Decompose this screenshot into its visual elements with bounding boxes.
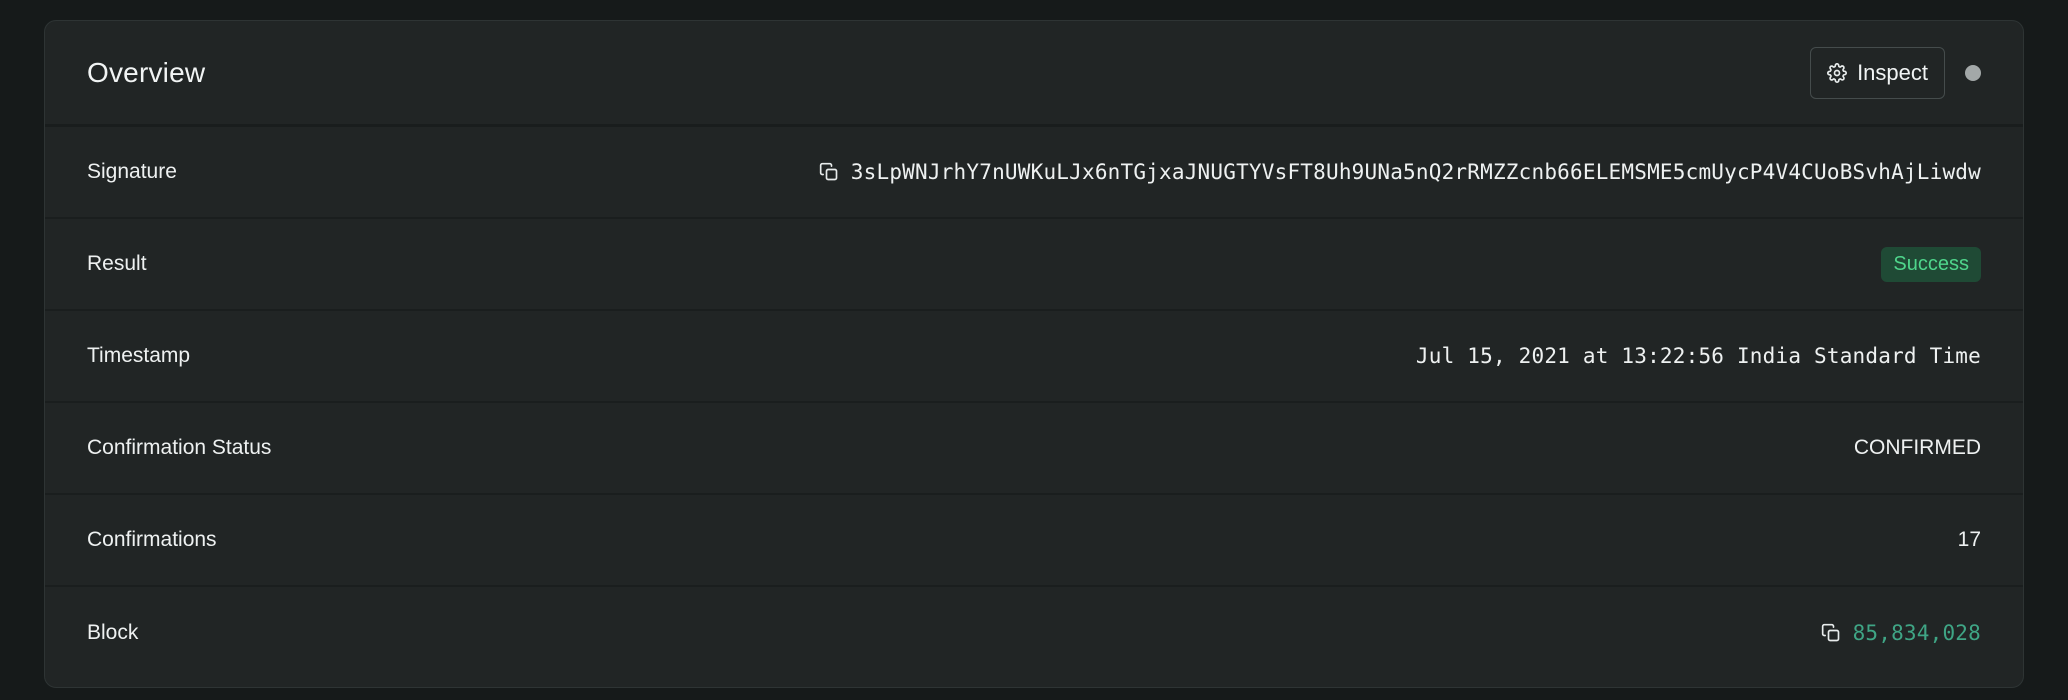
confirmation-status-value: CONFIRMED (1853, 436, 1981, 459)
signature-value-group: 3sLpWNJrhY7nUWKuLJx6nTGjxaJNUGTYVsFT8Uh9… (819, 160, 1981, 184)
confirmation-status-value-group: CONFIRMED (1854, 436, 1981, 460)
overview-card: Overview Inspect Signature 3sLpWNJrhY7nU… (44, 20, 2024, 688)
block-row: Block 85,834,028 (45, 587, 2023, 679)
block-link[interactable]: 85,834,028 (1853, 621, 1981, 645)
timestamp-value-group: Jul 15, 2021 at 13:22:56 India Standard … (1416, 344, 1981, 368)
inspect-button-label: Inspect (1857, 59, 1928, 85)
timestamp-label: Timestamp (87, 344, 191, 367)
card-title: Overview (87, 56, 206, 88)
header-actions: Inspect (1810, 46, 1981, 99)
block-label: Block (87, 621, 139, 644)
copy-icon[interactable] (1821, 623, 1841, 643)
result-row: Result Success (45, 219, 2023, 311)
gear-icon (1827, 62, 1847, 83)
confirmation-status-row: Confirmation Status CONFIRMED (45, 403, 2023, 495)
status-badge: Success (1881, 246, 1981, 282)
signature-value: 3sLpWNJrhY7nUWKuLJx6nTGjxaJNUGTYVsFT8Uh9… (850, 160, 1981, 184)
signature-label: Signature (87, 160, 177, 183)
result-value-group: Success (1881, 246, 1981, 282)
card-header: Overview Inspect (45, 21, 2023, 127)
confirmation-status-label: Confirmation Status (87, 436, 272, 459)
timestamp-row: Timestamp Jul 15, 2021 at 13:22:56 India… (45, 311, 2023, 403)
confirmations-value: 17 (1957, 528, 1981, 551)
status-dot (1965, 64, 1981, 81)
block-value-group: 85,834,028 (1821, 621, 1981, 645)
confirmations-row: Confirmations 17 (45, 495, 2023, 587)
confirmations-value-group: 17 (1958, 528, 1981, 552)
confirmations-label: Confirmations (87, 528, 217, 551)
copy-icon[interactable] (819, 162, 839, 182)
result-label: Result (87, 252, 147, 275)
signature-row: Signature 3sLpWNJrhY7nUWKuLJx6nTGjxaJNUG… (45, 127, 2023, 219)
inspect-button[interactable]: Inspect (1810, 46, 1945, 99)
timestamp-value: Jul 15, 2021 at 13:22:56 India Standard … (1415, 344, 1981, 368)
